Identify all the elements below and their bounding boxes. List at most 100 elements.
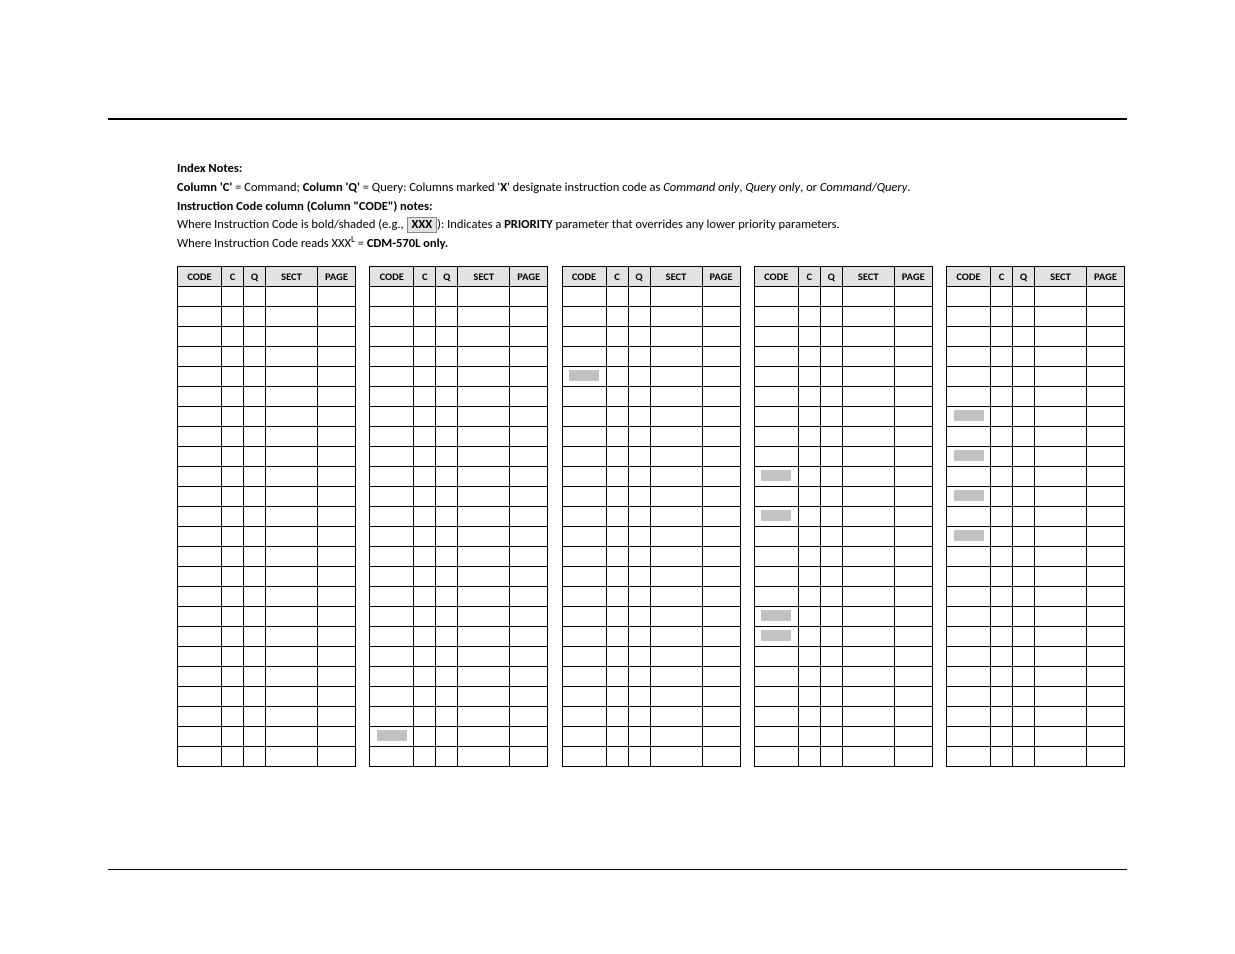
table-row (562, 527, 740, 547)
c-cell (991, 647, 1013, 667)
c-cell (222, 747, 244, 767)
table-row (754, 307, 932, 327)
table-row (370, 607, 548, 627)
code-cell (947, 367, 991, 387)
c-cell (414, 547, 436, 567)
sect-cell (650, 667, 702, 687)
code-cell (370, 687, 414, 707)
shaded-code-example: XXX (407, 217, 438, 233)
sect-cell (1035, 667, 1087, 687)
q-cell (628, 567, 650, 587)
c-cell (798, 747, 820, 767)
c-cell (798, 427, 820, 447)
table-row (178, 627, 356, 647)
page-cell (894, 307, 932, 327)
sect-cell (266, 407, 318, 427)
table-row (178, 407, 356, 427)
table-row (370, 307, 548, 327)
code-cell (562, 307, 606, 327)
c-cell (991, 747, 1013, 767)
q-cell (436, 547, 458, 567)
c-cell (222, 347, 244, 367)
q-cell (1013, 427, 1035, 447)
table-row (178, 487, 356, 507)
sect-cell (650, 747, 702, 767)
c-cell (606, 427, 628, 447)
code-cell (370, 367, 414, 387)
c-cell (606, 347, 628, 367)
page-cell (510, 427, 548, 447)
code-cell (370, 627, 414, 647)
c-cell (606, 547, 628, 567)
code-cell (754, 387, 798, 407)
code-cell (947, 687, 991, 707)
code-cell (947, 387, 991, 407)
q-cell (244, 747, 266, 767)
q-cell (820, 747, 842, 767)
c-cell (991, 487, 1013, 507)
code-cell (562, 627, 606, 647)
code-cell (754, 687, 798, 707)
sect-cell (650, 707, 702, 727)
col-header: PAGE (510, 267, 548, 287)
table-row (562, 287, 740, 307)
page-cell (894, 627, 932, 647)
code-cell (947, 667, 991, 687)
q-cell (244, 607, 266, 627)
code-cell (754, 327, 798, 347)
page-cell (1087, 327, 1125, 347)
code-cell (178, 467, 222, 487)
table-row (947, 287, 1125, 307)
page-cell (702, 287, 740, 307)
code-cell (562, 587, 606, 607)
q-cell (628, 707, 650, 727)
page-cell (894, 587, 932, 607)
q-cell (820, 487, 842, 507)
c-cell (991, 307, 1013, 327)
sect-cell (842, 647, 894, 667)
code-cell (178, 727, 222, 747)
q-cell (628, 387, 650, 407)
c-cell (991, 407, 1013, 427)
sect-cell (266, 667, 318, 687)
c-cell (222, 387, 244, 407)
q-cell (628, 587, 650, 607)
code-cell (562, 727, 606, 747)
q-cell (820, 327, 842, 347)
q-cell (244, 587, 266, 607)
sect-cell (650, 527, 702, 547)
c-cell (798, 327, 820, 347)
q-cell (628, 467, 650, 487)
c-cell (991, 367, 1013, 387)
sect-cell (1035, 347, 1087, 367)
code-cell (370, 327, 414, 347)
sect-cell (842, 387, 894, 407)
page-cell (702, 567, 740, 587)
table-row (178, 287, 356, 307)
page-cell (318, 607, 356, 627)
page-cell (510, 647, 548, 667)
page-cell (510, 307, 548, 327)
q-cell (1013, 667, 1035, 687)
page-cell (894, 727, 932, 747)
q-cell (436, 327, 458, 347)
table-row (754, 687, 932, 707)
code-cell (370, 607, 414, 627)
page-cell (1087, 747, 1125, 767)
sect-cell (842, 307, 894, 327)
c-cell (414, 647, 436, 667)
q-cell (244, 687, 266, 707)
code-cell (947, 607, 991, 627)
notes-line-2: Instruction Code column (Column "CODE") … (177, 198, 1127, 217)
q-cell (436, 627, 458, 647)
sect-cell (1035, 547, 1087, 567)
q-cell (820, 427, 842, 447)
page-cell (318, 747, 356, 767)
table-row (947, 427, 1125, 447)
c-cell (991, 627, 1013, 647)
page-cell (1087, 627, 1125, 647)
sect-cell (842, 747, 894, 767)
c-cell (222, 327, 244, 347)
code-cell (178, 487, 222, 507)
q-cell (820, 347, 842, 367)
